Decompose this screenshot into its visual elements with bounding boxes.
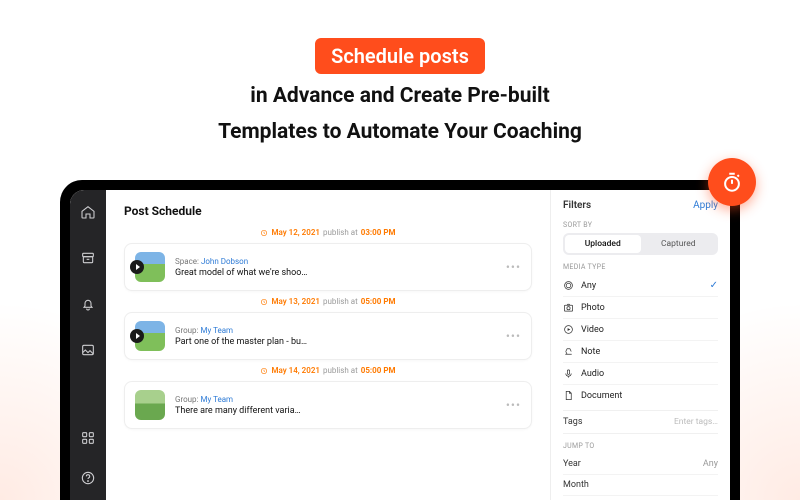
sidebar-notifications[interactable] xyxy=(80,296,96,312)
publish-label: publish at xyxy=(323,228,358,237)
archive-icon xyxy=(80,250,96,266)
page-title: Post Schedule xyxy=(124,204,532,218)
media-row-note[interactable]: Note xyxy=(563,341,718,363)
sidebar-apps[interactable] xyxy=(80,430,96,446)
clock-icon xyxy=(260,229,268,237)
tablet-frame: Post Schedule May 12, 2021 publish at 03… xyxy=(60,180,740,500)
stopwatch-icon xyxy=(721,171,743,193)
image-icon xyxy=(80,342,96,358)
jump-to-label: Jump To xyxy=(563,442,718,450)
sort-by-label: Sort By xyxy=(563,221,718,229)
post-thumbnail xyxy=(135,321,165,351)
publish-label: publish at xyxy=(323,366,358,375)
sort-segmented-control[interactable]: Uploaded Captured xyxy=(563,233,718,255)
date-separator-0: May 12, 2021 publish at 03:00 PM xyxy=(124,228,532,237)
filters-panel: Filters Apply Sort By Uploaded Captured … xyxy=(550,190,730,500)
post-body: Space: John Dobson Great model of what w… xyxy=(175,257,496,278)
note-icon xyxy=(563,346,574,357)
document-icon xyxy=(563,390,574,401)
post-text: There are many different varia… xyxy=(175,406,496,416)
date-separator-2: May 14, 2021 publish at 05:00 PM xyxy=(124,366,532,375)
media-row-audio[interactable]: Audio xyxy=(563,363,718,385)
feed-column: Post Schedule May 12, 2021 publish at 03… xyxy=(106,190,550,500)
publish-time: 05:00 PM xyxy=(361,366,396,375)
help-icon xyxy=(80,470,96,486)
tablet-screen: Post Schedule May 12, 2021 publish at 03… xyxy=(70,190,730,500)
check-icon: ✓ xyxy=(710,280,718,291)
mic-icon xyxy=(563,368,574,379)
date-text: May 13, 2021 xyxy=(271,297,320,306)
post-text: Great model of what we're shoo… xyxy=(175,268,496,278)
sidebar xyxy=(70,190,106,500)
video-play-icon xyxy=(563,324,574,335)
hero-line-1: in Advance and Create Pre-built xyxy=(0,82,800,110)
post-body: Group: My Team There are many different … xyxy=(175,395,496,416)
date-separator-1: May 13, 2021 publish at 05:00 PM xyxy=(124,297,532,306)
post-more-button[interactable]: ••• xyxy=(506,260,521,274)
sidebar-home[interactable] xyxy=(80,204,96,220)
any-icon xyxy=(563,280,574,291)
publish-label: publish at xyxy=(323,297,358,306)
post-meta: Group: My Team xyxy=(175,395,496,404)
jump-month-row[interactable]: Month xyxy=(563,475,718,496)
jump-year-row[interactable]: Year Any xyxy=(563,454,718,475)
clock-icon xyxy=(260,298,268,306)
hero-line-2: Templates to Automate Your Coaching xyxy=(0,118,800,146)
home-icon xyxy=(80,204,96,220)
publish-time: 03:00 PM xyxy=(361,228,396,237)
post-more-button[interactable]: ••• xyxy=(506,398,521,412)
post-meta: Space: John Dobson xyxy=(175,257,496,266)
post-body: Group: My Team Part one of the master pl… xyxy=(175,326,496,347)
post-card[interactable]: Space: John Dobson Great model of what w… xyxy=(124,243,532,291)
grid-icon xyxy=(80,430,96,446)
sidebar-archive[interactable] xyxy=(80,250,96,266)
media-type-list: Any✓ Photo Video Note Audio Document xyxy=(563,275,718,406)
media-row-document[interactable]: Document xyxy=(563,385,718,406)
media-type-label: Media Type xyxy=(563,263,718,271)
media-row-video[interactable]: Video xyxy=(563,319,718,341)
post-more-button[interactable]: ••• xyxy=(506,329,521,343)
play-icon xyxy=(130,260,144,274)
media-row-any[interactable]: Any✓ xyxy=(563,275,718,297)
media-row-photo[interactable]: Photo xyxy=(563,297,718,319)
clock-icon xyxy=(260,367,268,375)
publish-time: 05:00 PM xyxy=(361,297,396,306)
apply-button[interactable]: Apply xyxy=(693,200,718,211)
bell-icon xyxy=(80,296,96,312)
post-card[interactable]: Group: My Team Part one of the master pl… xyxy=(124,312,532,360)
play-icon xyxy=(130,329,144,343)
tags-label: Tags xyxy=(563,417,582,427)
post-meta: Group: My Team xyxy=(175,326,496,335)
hero-heading: Schedule posts in Advance and Create Pre… xyxy=(0,0,800,147)
tags-row[interactable]: Tags Enter tags… xyxy=(563,410,718,434)
sidebar-media[interactable] xyxy=(80,342,96,358)
post-thumbnail xyxy=(135,390,165,420)
date-text: May 12, 2021 xyxy=(271,228,320,237)
date-text: May 14, 2021 xyxy=(271,366,320,375)
sidebar-help[interactable] xyxy=(80,470,96,486)
post-card[interactable]: Group: My Team There are many different … xyxy=(124,381,532,429)
hero-pill: Schedule posts xyxy=(315,38,485,74)
filters-title: Filters xyxy=(563,200,591,211)
tags-placeholder: Enter tags… xyxy=(674,417,718,427)
post-thumbnail xyxy=(135,252,165,282)
main-area: Post Schedule May 12, 2021 publish at 03… xyxy=(106,190,730,500)
post-text: Part one of the master plan - bu… xyxy=(175,337,496,347)
fab-timer-button[interactable] xyxy=(708,158,756,206)
camera-icon xyxy=(563,302,574,313)
sort-option-captured[interactable]: Captured xyxy=(641,235,717,253)
sort-option-uploaded[interactable]: Uploaded xyxy=(565,235,641,253)
